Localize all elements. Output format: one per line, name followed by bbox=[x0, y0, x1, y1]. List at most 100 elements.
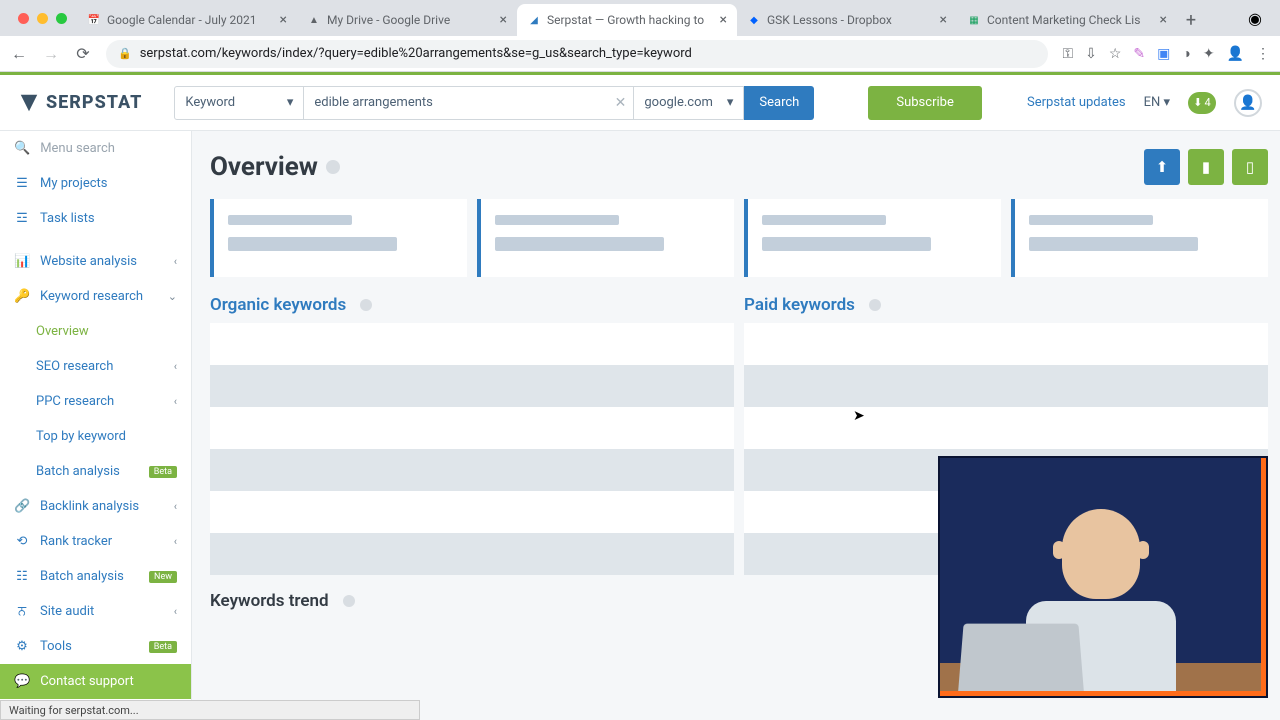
section-titles: Organic keywords Paid keywords bbox=[210, 295, 1268, 315]
organic-title[interactable]: Organic keywords bbox=[210, 295, 734, 315]
tab-drive[interactable]: ▲My Drive - Google Drive× bbox=[297, 4, 517, 36]
forward-button[interactable]: → bbox=[42, 44, 60, 64]
download-icon[interactable]: ⇩ bbox=[1085, 46, 1097, 62]
search-type-select[interactable]: Keyword▾ bbox=[174, 86, 304, 120]
url-input[interactable]: 🔒 serpstat.com/keywords/index/?query=edi… bbox=[106, 40, 1048, 68]
contact-support[interactable]: 💬Contact support bbox=[0, 664, 191, 699]
sidebar-item-overview[interactable]: Overview bbox=[0, 314, 191, 349]
sidebar-item-seo[interactable]: SEO research‹ bbox=[0, 349, 191, 384]
info-icon[interactable] bbox=[326, 160, 340, 174]
tab-serpstat[interactable]: ◢ Serpstat — Growth hacking to × bbox=[517, 4, 737, 36]
new-tab-button[interactable]: + bbox=[1177, 4, 1205, 36]
report2-button[interactable]: ▯ bbox=[1232, 149, 1268, 185]
chevron-down-icon: ⌄ bbox=[168, 290, 177, 303]
tab-dropbox[interactable]: ◆ GSK Lessons - Dropbox × bbox=[737, 4, 957, 36]
ext1-icon[interactable]: ✎ bbox=[1133, 46, 1145, 62]
chevron-left-icon: ‹ bbox=[174, 255, 177, 268]
close-window-icon[interactable] bbox=[18, 13, 29, 24]
reload-button[interactable]: ⟳ bbox=[74, 44, 92, 63]
sidebar-item-batch2[interactable]: ☷Batch analysisNew bbox=[0, 559, 191, 594]
key-icon[interactable]: ⚿ bbox=[1062, 46, 1073, 62]
menu-search[interactable]: 🔍Menu search bbox=[0, 131, 191, 166]
report1-button[interactable]: ▮ bbox=[1188, 149, 1224, 185]
ext2-icon[interactable]: ▣ bbox=[1157, 46, 1170, 62]
logo[interactable]: SERPSTAT bbox=[18, 92, 142, 114]
page-header: Overview ⬆ ▮ ▯ bbox=[210, 149, 1268, 185]
close-icon[interactable]: × bbox=[940, 12, 947, 28]
laptop-icon bbox=[958, 624, 1084, 692]
tab-title: GSK Lessons - Dropbox bbox=[767, 13, 934, 27]
subscribe-button[interactable]: Subscribe bbox=[868, 86, 981, 120]
paid-title[interactable]: Paid keywords bbox=[744, 295, 1268, 315]
user-avatar[interactable]: 👤 bbox=[1234, 89, 1262, 117]
chevron-left-icon: ‹ bbox=[174, 360, 177, 373]
info-icon bbox=[343, 595, 355, 607]
beta-badge: Beta bbox=[149, 466, 177, 478]
tab-sheets[interactable]: ▦Content Marketing Check Lis× bbox=[957, 4, 1177, 36]
sidebar-item-ppc[interactable]: PPC research‹ bbox=[0, 384, 191, 419]
info-icon bbox=[869, 299, 881, 311]
engine-select[interactable]: google.com▾ bbox=[634, 86, 744, 120]
updates-link[interactable]: Serpstat updates bbox=[1027, 95, 1126, 110]
sidebar-item-tools[interactable]: ⚙ToolsBeta bbox=[0, 629, 191, 664]
sidebar-item-top[interactable]: Top by keyword bbox=[0, 419, 191, 454]
list-icon: ☲ bbox=[14, 211, 30, 226]
page-actions: ⬆ ▮ ▯ bbox=[1144, 149, 1268, 185]
header-right: Serpstat updates EN ▾ ⬇4 👤 bbox=[1027, 89, 1262, 117]
page-title: Overview bbox=[210, 152, 318, 182]
lang-select[interactable]: EN ▾ bbox=[1144, 95, 1170, 110]
new-badge: New bbox=[149, 571, 177, 583]
sidebar-item-batch1[interactable]: Batch analysisBeta bbox=[0, 454, 191, 489]
minimize-window-icon[interactable] bbox=[37, 13, 48, 24]
sidebar-item-keyword[interactable]: 🔑Keyword research⌄ bbox=[0, 279, 191, 314]
star-icon[interactable]: ☆ bbox=[1109, 46, 1122, 62]
webcam-overlay bbox=[940, 458, 1266, 696]
sidebar-item-tasks[interactable]: ☲Task lists bbox=[0, 201, 191, 236]
close-icon[interactable]: × bbox=[500, 12, 507, 28]
app-header: SERPSTAT Keyword▾ ✕ google.com▾ Search S… bbox=[0, 75, 1280, 131]
profile-icon[interactable]: ◉ bbox=[1238, 9, 1272, 28]
sidebar-item-projects[interactable]: ☰My projects bbox=[0, 166, 191, 201]
beta-badge: Beta bbox=[149, 641, 177, 653]
stack-icon: ☷ bbox=[14, 569, 30, 584]
sheets-icon: ▦ bbox=[967, 13, 981, 27]
chat-icon: 💬 bbox=[14, 674, 30, 689]
sitemap-icon: ਨ bbox=[14, 604, 30, 619]
sidebar-item-audit[interactable]: ਨSite audit‹ bbox=[0, 594, 191, 629]
search-group: Keyword▾ ✕ google.com▾ Search bbox=[174, 86, 814, 120]
metric-card bbox=[210, 199, 467, 277]
key-icon: 🔑 bbox=[14, 289, 30, 304]
close-icon[interactable]: × bbox=[1160, 12, 1167, 28]
browser-tab-bar: 📅 Google Calendar - July 2021 × ▲My Drive … bbox=[0, 0, 1280, 36]
extensions-icon[interactable]: ✦ bbox=[1203, 46, 1215, 62]
tab-title: Google Calendar - July 2021 bbox=[107, 13, 274, 27]
drive-icon: ▲ bbox=[307, 13, 321, 27]
metric-card bbox=[744, 199, 1001, 277]
logo-icon bbox=[18, 92, 40, 114]
export-button[interactable]: ⬆ bbox=[1144, 149, 1180, 185]
menu-icon[interactable]: ⋮ bbox=[1256, 46, 1270, 62]
link-icon: 🔗 bbox=[14, 499, 30, 514]
sidebar-item-rank[interactable]: ⟲Rank tracker‹ bbox=[0, 524, 191, 559]
search-button[interactable]: Search bbox=[744, 86, 814, 120]
extension-icons: ⚿ ⇩ ☆ ✎ ▣ ◑ ✦ 👤 ⋮ bbox=[1062, 45, 1270, 62]
query-input[interactable] bbox=[304, 86, 634, 120]
maximize-window-icon[interactable] bbox=[56, 13, 67, 24]
clear-icon[interactable]: ✕ bbox=[615, 95, 627, 111]
tab-title: Serpstat — Growth hacking to bbox=[547, 13, 714, 27]
sidebar-item-website[interactable]: 📊Website analysis‹ bbox=[0, 244, 191, 279]
serpstat-icon: ◢ bbox=[527, 13, 541, 27]
close-icon[interactable]: × bbox=[280, 12, 287, 28]
tab-calendar[interactable]: 📅 Google Calendar - July 2021 × bbox=[77, 4, 297, 36]
ext3-icon[interactable]: ◑ bbox=[1182, 45, 1190, 62]
dropbox-icon: ◆ bbox=[747, 13, 761, 27]
back-button[interactable]: ← bbox=[10, 44, 28, 64]
window-controls bbox=[8, 13, 77, 24]
avatar-icon[interactable]: 👤 bbox=[1227, 46, 1244, 62]
calendar-icon: 📅 bbox=[87, 13, 101, 27]
chart-icon: 📊 bbox=[14, 254, 30, 269]
sidebar-item-backlink[interactable]: 🔗Backlink analysis‹ bbox=[0, 489, 191, 524]
metric-card bbox=[1011, 199, 1268, 277]
close-icon[interactable]: × bbox=[720, 12, 727, 28]
download-badge[interactable]: ⬇4 bbox=[1188, 92, 1216, 114]
